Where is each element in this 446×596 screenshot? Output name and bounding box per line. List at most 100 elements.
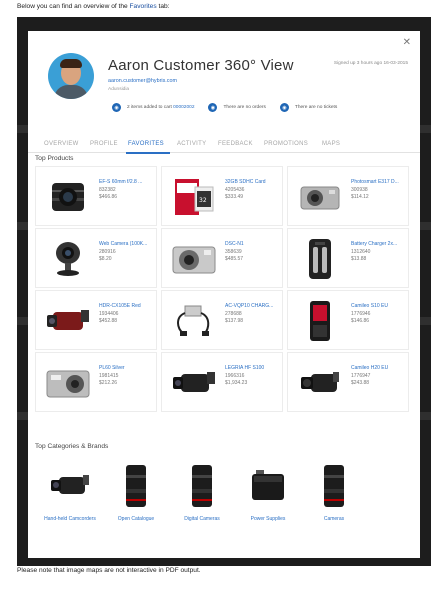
product-name[interactable]: Battery Charger 2x... [351,241,407,247]
customer-subtitle: Adunsidia [108,87,130,92]
tab-bar: OVERVIEW PROFILE FAVORITES ACTIVITY FEED… [28,141,420,154]
battery-charger-icon [292,233,348,285]
product-code: 358639 [225,249,242,255]
top-categories-title: Top Categories & Brands [35,443,109,450]
camcorder-icon [40,295,96,347]
customer-email[interactable]: aaron.customer@hybris.com [108,78,177,84]
category-item[interactable]: Digital Cameras [171,463,233,543]
tab-profile[interactable]: PROFILE [90,141,118,147]
orders-info: ◉ There are no orders [208,103,266,112]
close-icon[interactable]: ✕ [403,37,411,48]
tab-feedback[interactable]: FEEDBACK [218,141,253,147]
tickets-info: ◉ There are no tickets [279,103,337,112]
product-name[interactable]: DSC-N1 [225,241,281,247]
category-item[interactable]: Power Supplies [237,463,299,543]
product-card[interactable]: EF-S 60mm f/2.8 ... 832382 $466.86 [35,166,157,226]
category-label[interactable]: Power Supplies [237,516,299,522]
product-code: 832382 [99,187,116,193]
product-name[interactable]: AC-VQP10 CHARG... [225,303,281,309]
product-name[interactable]: Camileo S10 EU [351,303,407,309]
camera-lens-icon [179,463,225,509]
product-price: $8.20 [99,256,112,262]
top-categories-row: Hand-held Camcorders Open Catalogue Digi… [35,463,410,543]
product-code: 1966316 [225,373,245,379]
camcorder-icon [166,357,222,409]
camera-lens-icon [113,463,159,509]
product-code: 1776947 [351,373,371,379]
camera-lens-icon [40,171,96,223]
intro-suffix: tab: [156,3,170,10]
product-price: $333.49 [225,194,244,200]
product-code: 1934406 [99,311,119,317]
info-bar: ◉ 2 items added to cart 00002002 ◉ There… [112,103,351,112]
product-name[interactable]: EF-S 60mm f/2.8 ... [99,179,155,185]
category-label[interactable]: Cameras [303,516,365,522]
product-name[interactable]: Camileo H20 EU [351,365,407,371]
product-card[interactable]: Photosmart E317 D... 300938 $114.12 [287,166,409,226]
product-code: 280916 [99,249,116,255]
product-card[interactable]: DSC-N1 358639 $485.57 [161,228,283,288]
outro-note: Please note that image maps are not inte… [17,567,201,574]
svg-text:32: 32 [199,197,207,204]
intro-text: Below you can find an overview of the Fa… [17,3,170,10]
tab-promotions[interactable]: PROMOTIONS [264,141,308,147]
product-name[interactable]: HDR-CX105E Red [99,303,155,309]
camcorder-icon [47,463,93,509]
category-item[interactable]: Open Catalogue [105,463,167,543]
cart-icon: ◉ [112,103,121,112]
product-price: $452.88 [99,318,118,324]
tickets-icon: ◉ [279,103,289,112]
product-price: $137.98 [225,318,244,324]
top-products-grid: EF-S 60mm f/2.8 ... 832382 $466.86 32 32… [35,166,410,412]
product-card[interactable]: 32 32GB SDHC Card 4205436 $333.49 [161,166,283,226]
camcorder-icon [292,357,348,409]
top-products-title: Top Products [35,155,74,162]
compact-camera-icon [40,357,96,409]
category-label[interactable]: Open Catalogue [105,516,167,522]
favorites-link[interactable]: Favorites [130,3,157,10]
product-price: $243.88 [351,380,370,386]
webcam-icon [40,233,96,285]
intro-prefix: Below you can find an overview of the [17,3,130,10]
product-card[interactable]: Battery Charger 2x... 1312640 $13.88 [287,228,409,288]
product-name[interactable]: LEGRIA HF S100 [225,365,281,371]
product-card[interactable]: Camileo S10 EU 1776946 $146.86 [287,290,409,350]
compact-camera-icon [292,171,348,223]
tab-activity[interactable]: ACTIVITY [177,141,206,147]
product-card[interactable]: LEGRIA HF S100 1966316 $1,934.23 [161,352,283,412]
product-price: $485.57 [225,256,244,262]
product-card[interactable]: HDR-CX105E Red 1934406 $452.88 [35,290,157,350]
product-price: $466.86 [99,194,118,200]
category-label[interactable]: Hand-held Camcorders [39,516,101,522]
product-name[interactable]: 32GB SDHC Card [225,179,281,185]
product-price: $212.26 [99,380,118,386]
product-name[interactable]: Web Camera (100K... [99,241,155,247]
orders-text: There are no orders [223,105,266,110]
signed-up-text: Signed up 3 hours ago 16-03-2015 [333,61,408,66]
category-item[interactable]: Hand-held Camcorders [39,463,101,543]
cart-info: ◉ 2 items added to cart 00002002 [112,103,194,112]
product-code: 1776946 [351,311,371,317]
product-price: $13.88 [351,256,367,262]
product-card[interactable]: PL60 Silver 1981415 $212.26 [35,352,157,412]
category-label[interactable]: Digital Cameras [171,516,233,522]
camera-lens-icon [311,463,357,509]
tab-maps[interactable]: MAPS [322,141,340,147]
category-item[interactable]: Cameras [303,463,365,543]
product-card[interactable]: Web Camera (100K... 280916 $8.20 [35,228,157,288]
tab-favorites[interactable]: FAVORITES [128,141,164,147]
cart-link[interactable]: 00002002 [173,105,194,110]
tab-overview[interactable]: OVERVIEW [44,141,79,147]
product-name[interactable]: PL60 Silver [99,365,155,371]
sd-card-icon: 32 [166,171,222,223]
product-code: 1312640 [351,249,371,255]
battery-icon [245,463,291,509]
product-card[interactable]: Camileo H20 EU 1776947 $243.88 [287,352,409,412]
camileo-icon [292,295,348,347]
product-price: $146.86 [351,318,370,324]
product-code: 278688 [225,311,242,317]
customer-name: Aaron Customer 360° View [108,57,294,74]
screenshot-frame: ✕ Aaron Customer 360° View aaron.custome… [17,17,431,566]
product-card[interactable]: AC-VQP10 CHARG... 278688 $137.98 [161,290,283,350]
product-name[interactable]: Photosmart E317 D... [351,179,407,185]
